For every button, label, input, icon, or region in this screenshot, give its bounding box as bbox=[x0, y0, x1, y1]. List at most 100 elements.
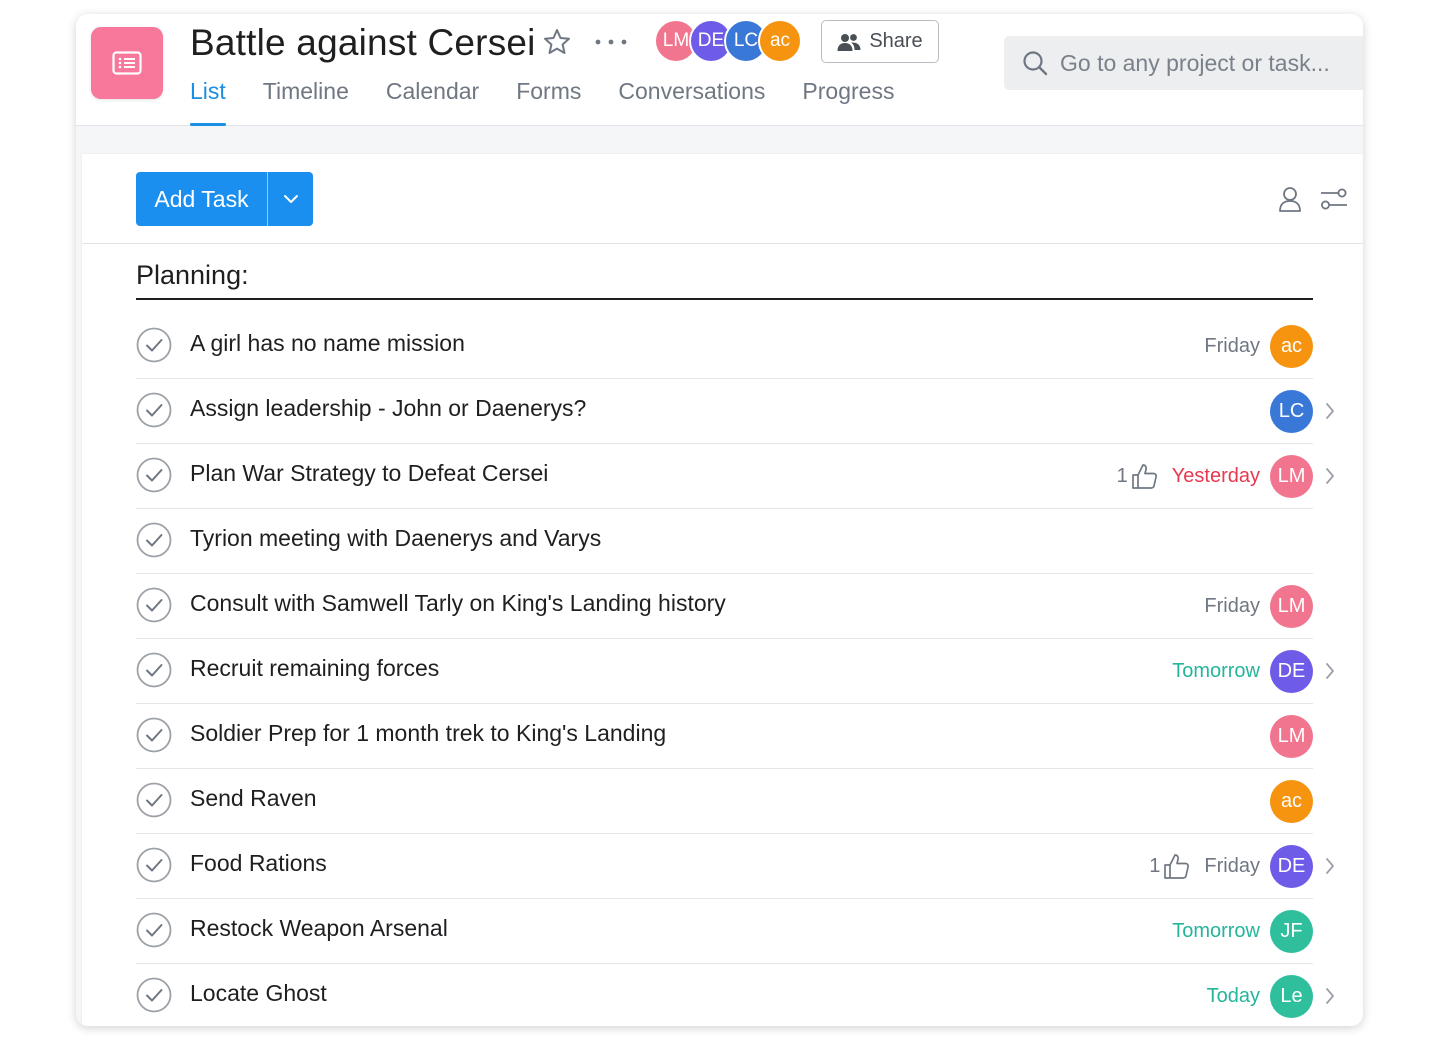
tab-progress[interactable]: Progress bbox=[802, 76, 894, 126]
task-name[interactable]: Locate Ghost bbox=[190, 980, 327, 1007]
task-name[interactable]: Plan War Strategy to Defeat Cersei bbox=[190, 460, 548, 487]
task-meta: 1 Yesterday LM bbox=[1117, 454, 1313, 498]
like-count-value: 1 bbox=[1116, 464, 1128, 487]
thumbs-up-icon bbox=[1164, 854, 1190, 879]
add-task-button-group: Add Task bbox=[136, 172, 313, 226]
complete-task-check-icon[interactable] bbox=[136, 652, 172, 688]
assignee-avatar[interactable]: JF bbox=[1270, 909, 1313, 953]
task-row[interactable]: Plan War Strategy to Defeat Cersei 1 Yeste… bbox=[136, 444, 1334, 509]
assignee-avatar[interactable]: LM bbox=[1270, 584, 1313, 628]
assignee-avatar[interactable]: LC bbox=[1270, 389, 1313, 433]
task-row[interactable]: Assign leadership - John or Daenerys? LC bbox=[136, 379, 1334, 444]
tab-conversations[interactable]: Conversations bbox=[618, 76, 765, 126]
task-name[interactable]: Assign leadership - John or Daenerys? bbox=[190, 395, 586, 422]
tab-calendar[interactable]: Calendar bbox=[386, 76, 479, 126]
task-meta: Tomorrow DE bbox=[1172, 649, 1313, 693]
chevron-right-icon[interactable] bbox=[1324, 466, 1336, 486]
complete-task-check-icon[interactable] bbox=[136, 912, 172, 948]
task-list-panel: Add Task Planning: A girl has no name mi… bbox=[82, 154, 1363, 1026]
project-tabs: List Timeline Calendar Forms Conversatio… bbox=[190, 76, 894, 126]
like-count-value: 1 bbox=[1149, 854, 1161, 877]
task-meta: Friday LM bbox=[1204, 584, 1313, 628]
task-row[interactable]: Recruit remaining forces Tomorrow DE bbox=[136, 639, 1334, 704]
due-date[interactable]: Friday bbox=[1204, 335, 1260, 358]
list-icon bbox=[112, 51, 142, 75]
chevron-down-icon bbox=[283, 195, 298, 203]
due-date[interactable]: Friday bbox=[1204, 855, 1260, 878]
task-name[interactable]: Send Raven bbox=[190, 785, 317, 812]
thumbs-up-icon bbox=[1131, 464, 1157, 489]
list-toolbar: Add Task bbox=[82, 154, 1363, 244]
complete-task-check-icon[interactable] bbox=[136, 327, 172, 363]
like-count[interactable]: 1 bbox=[1149, 852, 1190, 880]
member-avatar[interactable]: ac bbox=[758, 19, 802, 63]
task-list: A girl has no name mission Friday ac Assign… bbox=[136, 314, 1334, 1026]
assignee-avatar[interactable]: Le bbox=[1270, 974, 1313, 1018]
filter-settings-icon[interactable] bbox=[1320, 187, 1348, 211]
assignee-avatar[interactable]: DE bbox=[1270, 844, 1313, 888]
add-task-button[interactable]: Add Task bbox=[136, 172, 268, 226]
assignee-avatar[interactable]: ac bbox=[1270, 779, 1313, 823]
share-label: Share bbox=[869, 30, 923, 52]
assignee-avatar[interactable]: LM bbox=[1270, 714, 1313, 758]
app-window: Battle against Cersei LM DE LC ac Share bbox=[76, 14, 1363, 1026]
star-icon[interactable] bbox=[542, 27, 572, 57]
people-icon bbox=[837, 33, 861, 51]
task-row[interactable]: Send Raven ac bbox=[136, 769, 1313, 834]
task-name[interactable]: Food Rations bbox=[190, 850, 327, 877]
task-meta: Today Le bbox=[1207, 974, 1313, 1018]
complete-task-check-icon[interactable] bbox=[136, 587, 172, 623]
tab-timeline[interactable]: Timeline bbox=[263, 76, 349, 126]
assignee-avatar[interactable]: ac bbox=[1270, 324, 1313, 368]
task-row[interactable]: Tyrion meeting with Daenerys and Varys bbox=[136, 509, 1313, 574]
search-input[interactable] bbox=[1060, 49, 1350, 77]
task-row[interactable]: Food Rations 1 Friday DE bbox=[136, 834, 1334, 899]
project-title[interactable]: Battle against Cersei bbox=[190, 22, 536, 64]
task-row[interactable]: A girl has no name mission Friday ac bbox=[136, 314, 1313, 379]
like-count[interactable]: 1 bbox=[1117, 462, 1158, 490]
project-header: Battle against Cersei LM DE LC ac Share bbox=[76, 14, 1363, 126]
chevron-right-icon[interactable] bbox=[1324, 401, 1336, 421]
task-name[interactable]: A girl has no name mission bbox=[190, 330, 465, 357]
complete-task-check-icon[interactable] bbox=[136, 522, 172, 558]
section-title[interactable]: Planning: bbox=[136, 260, 1313, 300]
complete-task-check-icon[interactable] bbox=[136, 782, 172, 818]
complete-task-check-icon[interactable] bbox=[136, 457, 172, 493]
task-name[interactable]: Consult with Samwell Tarly on King's Lan… bbox=[190, 590, 726, 617]
assignee-filter-icon[interactable] bbox=[1278, 186, 1302, 212]
share-button[interactable]: Share bbox=[821, 20, 939, 63]
due-date[interactable]: Tomorrow bbox=[1172, 660, 1260, 683]
tab-list[interactable]: List bbox=[190, 76, 226, 126]
task-name[interactable]: Tyrion meeting with Daenerys and Varys bbox=[190, 525, 601, 552]
task-row[interactable]: Consult with Samwell Tarly on King's Lan… bbox=[136, 574, 1313, 639]
task-row[interactable]: Soldier Prep for 1 month trek to King's … bbox=[136, 704, 1313, 769]
complete-task-check-icon[interactable] bbox=[136, 392, 172, 428]
due-date[interactable]: Tomorrow bbox=[1172, 920, 1260, 943]
project-icon[interactable] bbox=[91, 27, 163, 99]
task-row[interactable]: Locate Ghost Today Le bbox=[136, 964, 1334, 1026]
due-date[interactable]: Today bbox=[1207, 985, 1260, 1008]
complete-task-check-icon[interactable] bbox=[136, 717, 172, 753]
task-meta: Friday ac bbox=[1204, 324, 1313, 368]
task-row[interactable]: Restock Weapon Arsenal Tomorrow JF bbox=[136, 899, 1313, 964]
task-meta: LC bbox=[1270, 389, 1313, 433]
due-date[interactable]: Yesterday bbox=[1172, 465, 1260, 488]
chevron-right-icon[interactable] bbox=[1324, 856, 1336, 876]
complete-task-check-icon[interactable] bbox=[136, 847, 172, 883]
task-meta: 1 Friday DE bbox=[1149, 844, 1313, 888]
chevron-right-icon[interactable] bbox=[1324, 661, 1336, 681]
add-task-dropdown[interactable] bbox=[268, 172, 313, 226]
assignee-avatar[interactable]: LM bbox=[1270, 454, 1313, 498]
more-options-icon[interactable] bbox=[594, 36, 628, 48]
search-bar[interactable] bbox=[1004, 36, 1363, 90]
task-name[interactable]: Soldier Prep for 1 month trek to King's … bbox=[190, 720, 666, 747]
task-meta: ac bbox=[1270, 779, 1313, 823]
chevron-right-icon[interactable] bbox=[1324, 986, 1336, 1006]
tab-forms[interactable]: Forms bbox=[516, 76, 581, 126]
complete-task-check-icon[interactable] bbox=[136, 977, 172, 1013]
assignee-avatar[interactable]: DE bbox=[1270, 649, 1313, 693]
search-icon bbox=[1023, 51, 1048, 76]
task-name[interactable]: Restock Weapon Arsenal bbox=[190, 915, 448, 942]
task-name[interactable]: Recruit remaining forces bbox=[190, 655, 439, 682]
due-date[interactable]: Friday bbox=[1204, 595, 1260, 618]
